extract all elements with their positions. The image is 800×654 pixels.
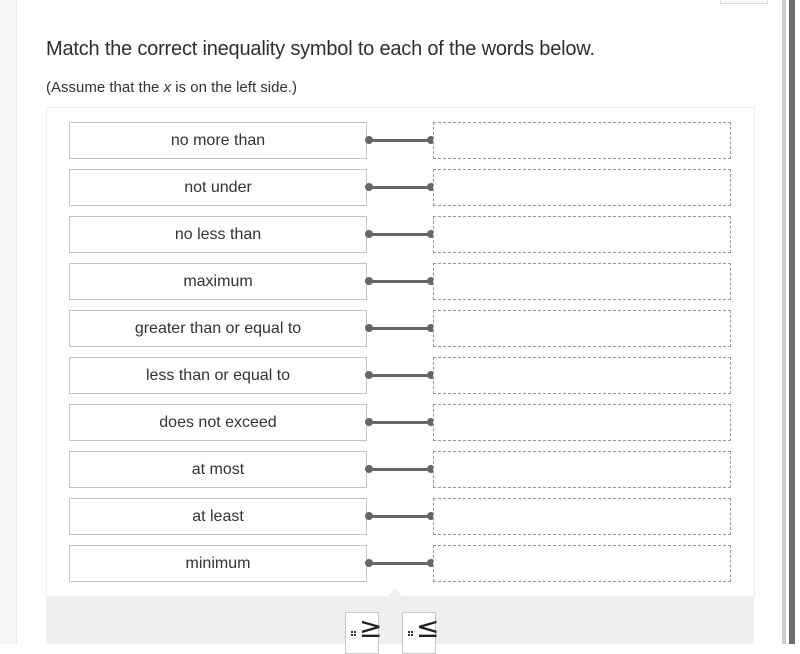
- choice-chip-less-equal[interactable]: ≤: [402, 611, 440, 654]
- match-row: does not exceed: [69, 404, 733, 441]
- scrollbar-track[interactable]: [782, 0, 786, 644]
- term-box: at least: [69, 498, 367, 535]
- connector-line: [367, 421, 431, 424]
- match-row: minimum: [69, 545, 733, 582]
- scrollbar-thumb[interactable]: [789, 0, 795, 644]
- answer-drop-zone[interactable]: [433, 310, 731, 347]
- match-row: at most: [69, 451, 733, 488]
- connector-dot: [365, 559, 373, 567]
- subtitle-variable: x: [163, 79, 172, 96]
- drag-handle-icon: [408, 631, 413, 637]
- connector-line: [367, 468, 431, 471]
- term-box: no more than: [69, 122, 367, 159]
- term-box: does not exceed: [69, 404, 367, 441]
- term-box: maximum: [69, 263, 367, 300]
- drag-handle-icon: [351, 631, 356, 637]
- term-box: minimum: [69, 545, 367, 582]
- subtitle-suffix: is on the left side.): [171, 79, 297, 96]
- term-box: not under: [69, 169, 367, 206]
- top-button[interactable]: [720, 0, 768, 4]
- connector-line: [367, 186, 431, 189]
- connector-dot: [365, 183, 373, 191]
- match-row: no more than: [69, 122, 733, 159]
- connector-dot: [365, 136, 373, 144]
- term-box: at most: [69, 451, 367, 488]
- choice-chip-greater-equal[interactable]: ≥: [345, 611, 383, 654]
- answer-drop-zone[interactable]: [433, 169, 731, 206]
- term-box: less than or equal to: [69, 357, 367, 394]
- match-row: no less than: [69, 216, 733, 253]
- connector-line: [367, 280, 431, 283]
- connector-line: [367, 515, 431, 518]
- answer-drop-zone[interactable]: [433, 404, 731, 441]
- match-row: not under: [69, 169, 733, 206]
- connector-dot: [365, 371, 373, 379]
- subtitle-prefix: (Assume that the: [46, 79, 164, 96]
- answer-drop-zone[interactable]: [433, 216, 731, 253]
- symbol-label: ≥: [359, 611, 383, 644]
- match-row: at least: [69, 498, 733, 535]
- connector-dot: [365, 230, 373, 238]
- connector-line: [367, 374, 431, 377]
- term-box: no less than: [69, 216, 367, 253]
- term-box: greater than or equal to: [69, 310, 367, 347]
- answer-drop-zone[interactable]: [433, 498, 731, 535]
- question-subtitle: (Assume that the x is on the left side.): [46, 79, 297, 96]
- connector-line: [367, 233, 431, 236]
- choice-tray: [46, 596, 754, 644]
- question-title: Match the correct inequality symbol to e…: [46, 38, 595, 60]
- answer-drop-zone[interactable]: [433, 357, 731, 394]
- match-row: greater than or equal to: [69, 310, 733, 347]
- page-left-gutter: [0, 0, 17, 644]
- connector-line: [367, 139, 431, 142]
- connector-dot: [365, 465, 373, 473]
- answer-drop-zone[interactable]: [433, 263, 731, 300]
- connector-dot: [365, 512, 373, 520]
- connector-dot: [365, 277, 373, 285]
- connector-dot: [365, 418, 373, 426]
- answer-drop-zone[interactable]: [433, 545, 731, 582]
- connector-line: [367, 562, 431, 565]
- answer-drop-zone[interactable]: [433, 122, 731, 159]
- symbol-label: ≤: [416, 611, 440, 644]
- match-row: maximum: [69, 263, 733, 300]
- connector-line: [367, 327, 431, 330]
- match-row: less than or equal to: [69, 357, 733, 394]
- connector-dot: [365, 324, 373, 332]
- answer-drop-zone[interactable]: [433, 451, 731, 488]
